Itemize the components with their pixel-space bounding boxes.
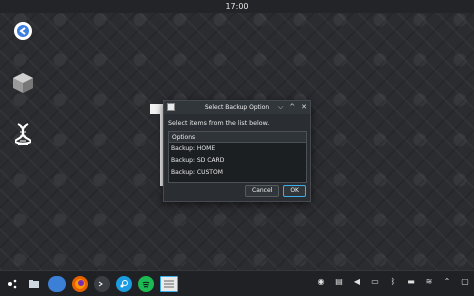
list-header[interactable]: Options [169, 132, 306, 143]
minimize-icon[interactable]: ⌵ [278, 103, 283, 111]
bluetooth-icon[interactable]: ᛒ [388, 276, 398, 286]
cancel-button[interactable]: Cancel [245, 185, 280, 197]
return-icon[interactable] [10, 18, 36, 44]
dialog-prompt: Select items from the list below. [168, 120, 270, 127]
spotify-icon[interactable] [138, 275, 154, 292]
steam-icon[interactable] [116, 275, 132, 292]
background-window-edge [150, 104, 163, 186]
file-manager-icon[interactable] [26, 276, 42, 292]
media-icon[interactable]: ◉ [316, 276, 326, 286]
volume-icon[interactable]: ◀ [352, 276, 362, 286]
firefox-icon[interactable] [72, 275, 88, 292]
desktop-icon[interactable]: ▢ [460, 276, 470, 286]
dna-icon[interactable] [10, 121, 36, 147]
storage-icon[interactable]: ▬ [406, 276, 416, 286]
list-item-home[interactable]: Backup: HOME [169, 143, 306, 155]
options-list: Options Backup: HOME Backup: SD CARD Bac… [168, 131, 307, 183]
list-item-sdcard[interactable]: Backup: SD CARD [169, 155, 306, 167]
expand-icon[interactable]: ⌃ [442, 276, 452, 286]
close-icon[interactable]: ✕ [301, 103, 307, 111]
maximize-icon[interactable]: ^ [289, 103, 295, 111]
backup-dialog: Select Backup Option ⌵ ^ ✕ Select items … [163, 100, 311, 202]
dialog-titlebar[interactable]: Select Backup Option ⌵ ^ ✕ [164, 101, 310, 114]
network-icon[interactable]: ≋ [424, 276, 434, 286]
list-item-custom[interactable]: Backup: CUSTOM [169, 167, 306, 179]
ok-button[interactable]: OK [283, 185, 306, 197]
browser-folder-icon[interactable] [48, 275, 66, 292]
top-bar: 17:00 [0, 0, 474, 13]
battery-icon[interactable]: ▭ [370, 276, 380, 286]
app-launcher-icon[interactable] [4, 276, 20, 292]
clock[interactable]: 17:00 [225, 2, 248, 11]
clipboard-icon[interactable]: ▤ [334, 276, 344, 286]
taskbar: ◉ ▤ ◀ ▭ ᛒ ▬ ≋ ⌃ ▢ [0, 270, 474, 296]
cube-package-icon[interactable] [10, 70, 36, 96]
terminal-icon[interactable] [94, 275, 110, 292]
window-task-icon[interactable] [160, 275, 178, 292]
